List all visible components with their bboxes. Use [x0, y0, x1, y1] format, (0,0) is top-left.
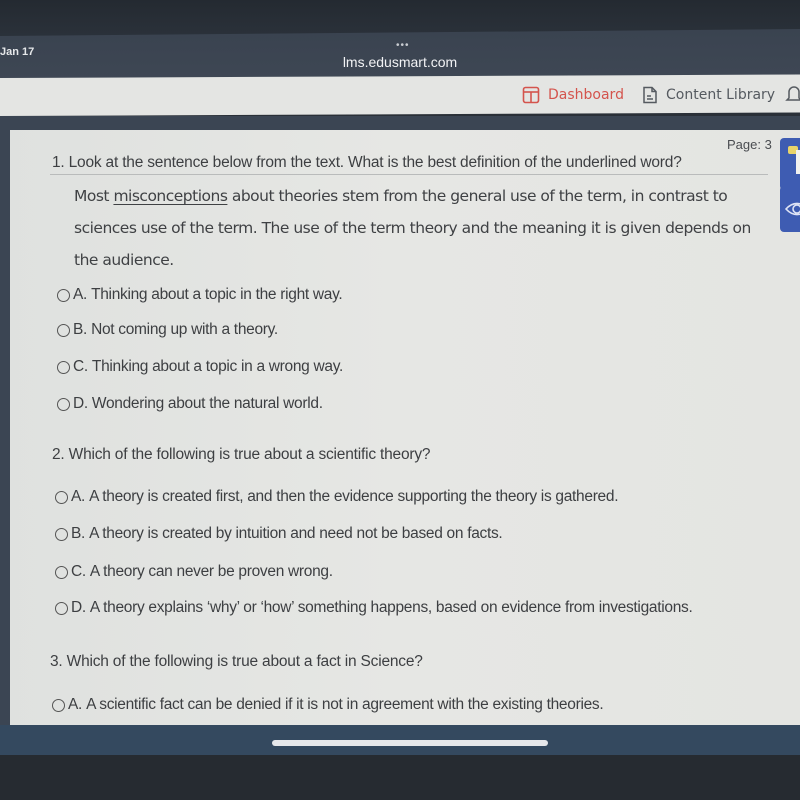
radio-button[interactable] — [57, 288, 70, 302]
radio-button[interactable] — [55, 527, 68, 541]
q3-option-a[interactable]: A. A scientific fact can be denied if it… — [52, 696, 604, 714]
text-to-speech-button[interactable] — [780, 138, 800, 190]
q1-option-a[interactable]: A. Thinking about a topic in the right w… — [57, 286, 343, 304]
option-text: A theory can never be proven wrong. — [89, 563, 333, 580]
notifications-button[interactable] — [785, 84, 800, 104]
nav-dashboard-label: Dashboard — [548, 87, 624, 103]
option-label: A. — [73, 286, 88, 303]
page-indicator: Page: 3 — [727, 137, 772, 152]
q1-option-c[interactable]: C. Thinking about a topic in a wrong way… — [57, 358, 343, 376]
radio-button[interactable] — [55, 601, 68, 615]
q2-option-a[interactable]: A. A theory is created first, and then t… — [55, 488, 619, 506]
device-bezel-bottom — [0, 755, 800, 800]
nav-dashboard[interactable]: Dashboard — [522, 86, 624, 104]
option-text: A theory explains ‘why’ or ‘how’ somethi… — [89, 599, 693, 616]
option-label: A. — [71, 488, 86, 505]
option-label: B. — [73, 321, 88, 338]
option-label: D. — [73, 395, 88, 412]
question-1: 1. Look at the sentence below from the t… — [52, 154, 682, 172]
underlined-word: misconceptions — [113, 187, 228, 205]
question-1-number: 1. — [52, 154, 65, 171]
question-divider — [50, 174, 768, 175]
question-2: 2. Which of the following is true about … — [52, 446, 430, 464]
radio-button[interactable] — [52, 698, 65, 712]
home-indicator[interactable] — [272, 740, 548, 746]
option-label: B. — [71, 525, 86, 542]
option-text: A scientific fact can be denied if it is… — [86, 696, 604, 713]
option-text: Not coming up with a theory. — [91, 321, 278, 338]
q2-option-d[interactable]: D. A theory explains ‘why’ or ‘how’ some… — [55, 599, 693, 617]
option-label: C. — [73, 358, 88, 375]
question-3-text: Which of the following is true about a f… — [66, 653, 423, 670]
q1-option-d[interactable]: D. Wondering about the natural world. — [57, 395, 323, 413]
q1-option-b[interactable]: B. Not coming up with a theory. — [57, 321, 278, 339]
option-label: C. — [71, 563, 86, 580]
bell-icon — [785, 86, 800, 101]
question-2-number: 2. — [52, 446, 65, 463]
option-text: Thinking about a topic in the right way. — [91, 286, 343, 303]
question-1-text: Look at the sentence below from the text… — [68, 154, 682, 171]
radio-button[interactable] — [57, 323, 70, 337]
option-text: Thinking about a topic in a wrong way. — [91, 358, 344, 375]
option-text: Wondering about the natural world. — [91, 395, 323, 412]
content-edge — [0, 130, 10, 725]
question-3-number: 3. — [50, 653, 63, 670]
radio-button[interactable] — [57, 360, 70, 374]
radio-button[interactable] — [55, 490, 68, 504]
nav-content-library[interactable]: Content Library — [642, 86, 775, 104]
eye-icon — [784, 202, 800, 216]
radio-button[interactable] — [57, 397, 70, 411]
text-to-speech-icon — [788, 146, 800, 174]
visibility-button[interactable] — [780, 186, 800, 232]
passage-text-before: Most — [74, 187, 114, 205]
radio-button[interactable] — [55, 565, 68, 579]
question-3: 3. Which of the following is true about … — [50, 653, 423, 671]
question-2-text: Which of the following is true about a s… — [68, 446, 431, 463]
q2-option-c[interactable]: C. A theory can never be proven wrong. — [55, 563, 333, 581]
url-display[interactable]: lms.edusmart.com — [0, 54, 800, 70]
option-label: D. — [71, 599, 86, 616]
document-icon — [643, 86, 657, 104]
option-text: A theory is created first, and then the … — [89, 488, 619, 505]
dashboard-icon — [522, 86, 540, 104]
more-options-dots[interactable]: ••• — [396, 40, 410, 51]
nav-content-library-label: Content Library — [666, 87, 776, 103]
option-label: A. — [68, 696, 83, 713]
question-1-passage: Most misconceptions about theories stem … — [74, 180, 764, 276]
option-text: A theory is created by intuition and nee… — [89, 525, 503, 542]
q2-option-b[interactable]: B. A theory is created by intuition and … — [55, 525, 503, 543]
